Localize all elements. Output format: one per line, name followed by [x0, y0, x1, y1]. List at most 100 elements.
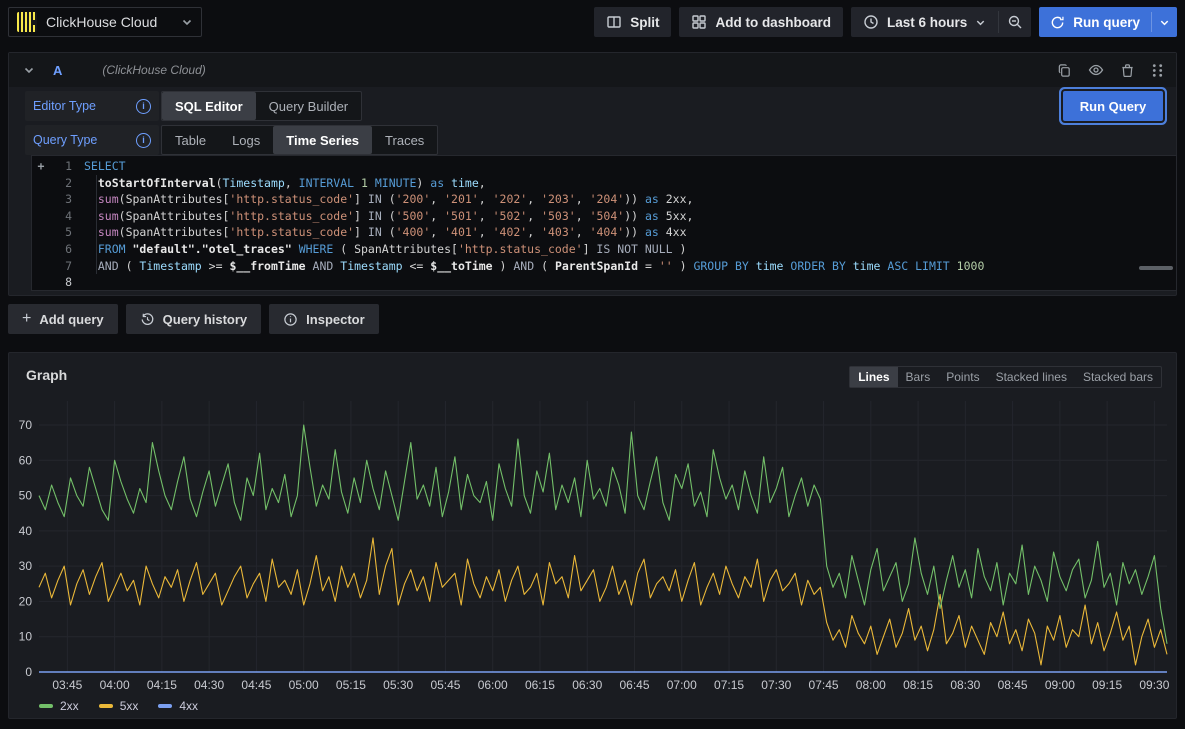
legend-item-2xx[interactable]: 2xx — [39, 699, 79, 713]
x-axis-tick-label: 09:00 — [1045, 678, 1075, 692]
code-line-2: 2 toStartOfInterval(Timestamp, INTERVAL … — [32, 175, 1176, 192]
x-axis-tick-label: 06:45 — [619, 678, 649, 692]
query-type-label: Query Type i — [25, 125, 159, 155]
plus-icon: + — [22, 311, 31, 327]
x-axis-tick-label: 07:45 — [809, 678, 839, 692]
time-range-label: Last 6 hours — [887, 15, 967, 30]
editor-type-segmented: SQL EditorQuery Builder — [161, 91, 362, 121]
x-axis-tick-label: 09:30 — [1139, 678, 1169, 692]
gutter-spacer — [32, 208, 50, 225]
viz-mode-stacked-lines[interactable]: Stacked lines — [988, 367, 1075, 387]
chart-legend: 2xx 5xx 4xx — [39, 699, 198, 713]
legend-swatch — [39, 704, 53, 708]
viz-mode-lines[interactable]: Lines — [850, 367, 897, 387]
collapse-chevron-icon[interactable] — [23, 64, 35, 76]
x-axis-tick-label: 07:00 — [667, 678, 697, 692]
graph-panel-title: Graph — [26, 367, 67, 383]
code-text: toStartOfInterval(Timestamp, INTERVAL 1 … — [72, 175, 486, 192]
timeseries-chart[interactable]: 01020304050607003:4504:0004:1504:3004:45… — [9, 393, 1178, 693]
run-query-split-button[interactable]: Run query — [1039, 7, 1177, 37]
zoom-out-button[interactable] — [999, 7, 1031, 37]
datasource-name: ClickHouse Cloud — [46, 14, 157, 30]
editor-type-label: Editor Type i — [25, 91, 159, 121]
chevron-down-icon — [181, 16, 193, 28]
info-icon[interactable]: i — [136, 99, 151, 114]
code-line-8: 8 — [32, 274, 1176, 291]
inspector-button[interactable]: Inspector — [269, 304, 379, 334]
gutter-spacer — [32, 224, 50, 241]
query-ref-id: A — [53, 63, 62, 78]
clock-icon — [863, 14, 879, 30]
legend-item-4xx[interactable]: 4xx — [158, 699, 198, 713]
refresh-icon — [1050, 15, 1065, 30]
line-number: 2 — [50, 175, 72, 192]
x-axis-tick-label: 04:00 — [100, 678, 130, 692]
query-type-option-table[interactable]: Table — [162, 126, 219, 154]
code-line-3: 3 sum(SpanAttributes['http.status_code']… — [32, 191, 1176, 208]
query-type-option-traces[interactable]: Traces — [372, 126, 437, 154]
x-axis-tick-label: 06:15 — [525, 678, 555, 692]
editor-type-option-query-builder[interactable]: Query Builder — [256, 92, 361, 120]
clickhouse-logo — [17, 12, 37, 32]
add-line-glyph: + — [32, 158, 50, 175]
query-row-header[interactable]: A (ClickHouse Cloud) — [9, 53, 1176, 87]
query-type-option-time-series[interactable]: Time Series — [273, 126, 372, 154]
x-axis-tick-label: 08:30 — [950, 678, 980, 692]
query-actions-row: + Add query Query history Inspector — [8, 304, 379, 334]
legend-item-5xx[interactable]: 5xx — [99, 699, 139, 713]
run-query-caret[interactable] — [1152, 7, 1177, 37]
viz-mode-stacked-bars[interactable]: Stacked bars — [1075, 367, 1161, 387]
line-number: 8 — [50, 274, 72, 291]
datasource-picker[interactable]: ClickHouse Cloud — [8, 7, 202, 37]
code-line-7: 7 AND ( Timestamp >= $__fromTime AND Tim… — [32, 258, 1176, 275]
drag-handle-icon[interactable] — [1151, 63, 1164, 78]
duplicate-query-icon[interactable] — [1057, 63, 1072, 78]
split-button[interactable]: Split — [594, 7, 671, 37]
query-type-segmented: TableLogsTime SeriesTraces — [161, 125, 438, 155]
line-number: 3 — [50, 191, 72, 208]
delete-query-trash-icon[interactable] — [1120, 63, 1135, 78]
code-text: SELECT — [72, 158, 126, 175]
gutter-spacer — [32, 175, 50, 192]
add-to-dashboard-button[interactable]: Add to dashboard — [679, 7, 843, 37]
query-history-button[interactable]: Query history — [126, 304, 262, 334]
x-axis-tick-label: 05:00 — [289, 678, 319, 692]
add-query-button[interactable]: + Add query — [8, 304, 118, 334]
query-type-option-logs[interactable]: Logs — [219, 126, 273, 154]
query-datasource-hint: (ClickHouse Cloud) — [102, 63, 205, 77]
y-axis-tick-label: 30 — [19, 559, 33, 573]
editor-type-row: Editor Type i SQL EditorQuery Builder — [25, 91, 362, 121]
run-query-panel-button[interactable]: Run Query — [1063, 91, 1163, 121]
gutter-spacer — [32, 274, 50, 291]
run-query-button[interactable]: Run query — [1039, 7, 1151, 37]
series-line-2xx — [39, 425, 1167, 644]
query-editor-panel: A (ClickHouse Cloud) Editor Type i SQL E… — [8, 52, 1177, 296]
zoom-out-icon — [1007, 14, 1023, 30]
code-line-6: 6 FROM "default"."otel_traces" WHERE ( S… — [32, 241, 1176, 258]
top-bar: ClickHouse Cloud Split Add to dashboard … — [0, 0, 1185, 44]
gutter-spacer — [32, 191, 50, 208]
viz-mode-points[interactable]: Points — [938, 367, 987, 387]
info-icon[interactable]: i — [136, 133, 151, 148]
x-axis-tick-label: 03:45 — [52, 678, 82, 692]
chevron-down-icon — [975, 17, 986, 28]
add-to-dashboard-label: Add to dashboard — [715, 15, 831, 30]
viz-mode-bars[interactable]: Bars — [898, 367, 939, 387]
y-axis-tick-label: 10 — [19, 630, 33, 644]
y-axis-tick-label: 70 — [19, 418, 33, 432]
legend-label: 4xx — [179, 699, 198, 713]
time-range-picker[interactable]: Last 6 hours — [851, 7, 998, 37]
split-icon — [606, 14, 622, 30]
legend-swatch — [158, 704, 172, 708]
toggle-visibility-eye-icon[interactable] — [1088, 62, 1104, 78]
code-text: sum(SpanAttributes['http.status_code'] I… — [72, 224, 687, 241]
editor-type-option-sql-editor[interactable]: SQL Editor — [162, 92, 256, 120]
gutter-spacer — [32, 258, 50, 275]
code-text: AND ( Timestamp >= $__fromTime AND Times… — [72, 258, 984, 275]
editor-horizontal-scrollbar[interactable] — [1139, 266, 1173, 270]
code-text: FROM "default"."otel_traces" WHERE ( Spa… — [72, 241, 686, 258]
x-axis-tick-label: 05:30 — [383, 678, 413, 692]
sql-code-editor[interactable]: +1SELECT2 toStartOfInterval(Timestamp, I… — [31, 155, 1177, 291]
gutter-spacer — [32, 241, 50, 258]
line-number: 6 — [50, 241, 72, 258]
